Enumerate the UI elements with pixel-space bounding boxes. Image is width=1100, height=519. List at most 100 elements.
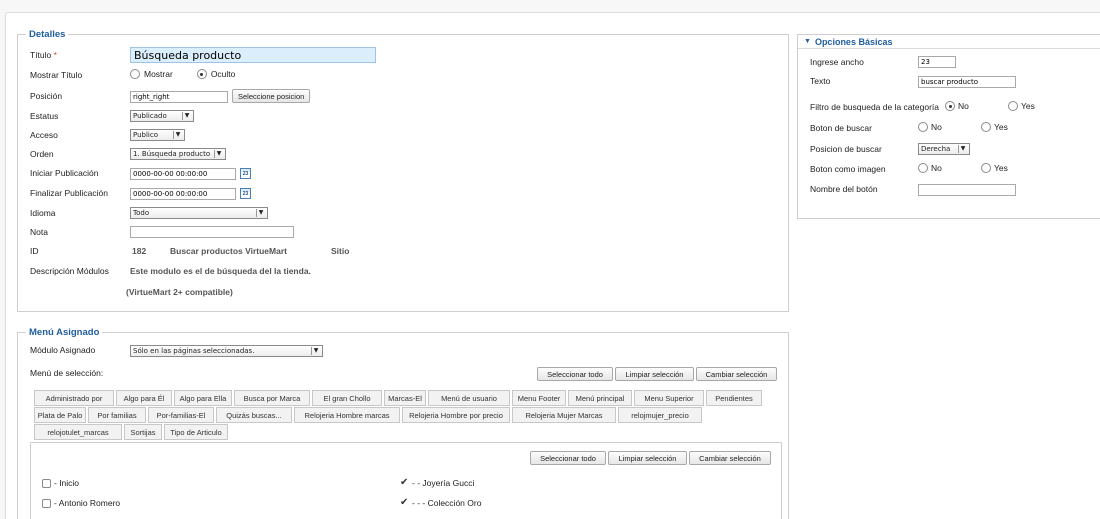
menu-tab[interactable]: Relojeria Hombre por precio — [402, 407, 510, 423]
estatus-value: Publicado — [133, 112, 167, 120]
boton-imagen-no: No — [918, 163, 942, 173]
boton-imagen-yes: Yes — [981, 163, 1008, 173]
menu-tab[interactable]: Busca por Marca — [234, 390, 310, 406]
ancho-input[interactable] — [918, 56, 956, 68]
oculto-radio[interactable] — [196, 69, 207, 79]
boton-buscar-no: No — [918, 122, 942, 132]
menu-asignado-fieldset: Menú Asignado Módulo Asignado Sólo en la… — [17, 327, 789, 519]
menu-tab[interactable]: Administrado por — [34, 390, 114, 406]
chevron-down-icon: ▼ — [311, 347, 320, 355]
menu-item-label: - - - Colección Oro — [412, 498, 482, 508]
orden-label: Orden — [30, 149, 54, 159]
seleccione-posicion-button[interactable]: Seleccione posicion — [232, 89, 311, 103]
menu-tab[interactable]: relojotulet_marcas — [34, 424, 122, 440]
boton-buscar-yes-radio[interactable] — [981, 122, 991, 132]
filtro-no: No — [945, 101, 969, 111]
boton-buscar-yes-label: Yes — [994, 122, 1008, 132]
menu-tab[interactable]: Quizás buscas... — [216, 407, 292, 423]
iniciar-publicacion-input[interactable] — [130, 168, 236, 180]
select-all-button[interactable]: Seleccionar todo — [537, 367, 613, 381]
nombre-boton-input[interactable] — [918, 184, 1016, 196]
posicion-buscar-select[interactable]: Derecha ▼ — [918, 143, 970, 155]
menu-tab[interactable]: Por-familias-El — [148, 407, 214, 423]
items-select-all-button[interactable]: Seleccionar todo — [530, 451, 606, 465]
menu-tab[interactable]: Plata de Palo — [34, 407, 86, 423]
titulo-input[interactable] — [130, 47, 376, 63]
chevron-down-icon: ▼ — [173, 131, 182, 139]
filtro-no-radio[interactable] — [945, 101, 955, 111]
items-clear-selection-button[interactable]: Limpiar selección — [608, 451, 687, 465]
collapse-triangle-icon: ▼ — [804, 38, 811, 45]
menu-tab[interactable]: Menu Superior — [634, 390, 704, 406]
filtro-yes-radio[interactable] — [1008, 101, 1018, 111]
menu-tab[interactable]: Sortijas — [124, 424, 162, 440]
menu-item-checkbox[interactable] — [400, 477, 409, 488]
boton-buscar-no-radio[interactable] — [918, 122, 928, 132]
menu-tab[interactable]: Marcas-El — [384, 390, 426, 406]
orden-select[interactable]: 1. Búsqueda producto ▼ — [130, 148, 226, 160]
acceso-label: Acceso — [30, 130, 58, 140]
modulo-asignado-select[interactable]: Sólo en las páginas seleccionadas. ▼ — [130, 345, 323, 357]
posicion-buscar-label: Posicion de buscar — [810, 144, 882, 154]
menu-item-row[interactable]: - Inicio — [42, 478, 79, 488]
boton-imagen-yes-label: Yes — [994, 163, 1008, 173]
menu-tab[interactable]: Menú principal — [568, 390, 632, 406]
finalizar-publicacion-input[interactable] — [130, 188, 236, 200]
idioma-select[interactable]: Todo ▼ — [130, 207, 268, 219]
menu-tab[interactable]: Tipo de Articulo — [164, 424, 228, 440]
boton-imagen-yes-radio[interactable] — [981, 163, 991, 173]
posicion-label: Posición — [30, 91, 63, 101]
menu-tab[interactable]: Relojeria Mujer Marcas — [512, 407, 616, 423]
menu-tab[interactable]: Algo para Él — [116, 390, 172, 406]
mostrar-radio[interactable] — [130, 69, 140, 79]
estatus-select[interactable]: Publicado ▼ — [130, 110, 194, 122]
id-label: ID — [30, 246, 39, 256]
detalles-legend: Detalles — [26, 29, 69, 40]
menu-tab[interactable]: Por familias — [88, 407, 146, 423]
calendar-icon[interactable]: 23 — [240, 168, 251, 179]
menu-tab[interactable]: El gran Chollo — [312, 390, 382, 406]
texto-input[interactable] — [918, 76, 1016, 88]
chevron-down-icon: ▼ — [958, 145, 967, 153]
menu-tab[interactable]: Relojeria Hombre marcas — [294, 407, 400, 423]
titulo-label: Título * — [30, 50, 57, 60]
modulo-asignado-value: Sólo en las páginas seleccionadas. — [133, 347, 255, 355]
posicion-input[interactable] — [130, 91, 228, 103]
modulo-asignado-label: Módulo Asignado — [30, 345, 96, 355]
menu-item-label: - Antonio Romero — [54, 498, 121, 508]
boton-imagen-no-label: No — [931, 163, 942, 173]
iniciar-publicacion-label: Iniciar Publicación — [30, 168, 99, 178]
menu-item-label: - Inicio — [54, 478, 80, 488]
invert-selection-button[interactable]: Cambiar selección — [696, 367, 777, 381]
boton-buscar-yes: Yes — [981, 122, 1008, 132]
menu-item-label: - - Joyería Gucci — [412, 478, 475, 488]
menu-item-row[interactable]: - - - Colección Oro — [400, 497, 482, 509]
menu-tab[interactable]: Algo para Ella — [174, 390, 232, 406]
boton-buscar-no-label: No — [931, 122, 942, 132]
finalizar-publicacion-label: Finalizar Publicación — [30, 188, 108, 198]
boton-imagen-no-radio[interactable] — [918, 163, 928, 173]
opciones-header[interactable]: ▼ Opciones Básicas — [798, 35, 1100, 49]
mostrar-titulo-group: Mostrar Oculto — [130, 69, 235, 79]
filtro-yes: Yes — [1008, 101, 1035, 111]
items-invert-selection-button[interactable]: Cambiar selección — [689, 451, 771, 465]
menu-tab[interactable]: Menu Footer — [512, 390, 566, 406]
oculto-label: Oculto — [210, 69, 236, 79]
id-value: 182 — [132, 246, 147, 256]
acceso-select[interactable]: Publico ▼ — [130, 129, 185, 141]
menu-tab[interactable]: Pendientes — [706, 390, 762, 406]
acceso-value: Publico — [133, 131, 158, 139]
clear-selection-button[interactable]: Limpiar selección — [615, 367, 694, 381]
menu-item-checkbox[interactable] — [42, 498, 51, 508]
calendar-icon[interactable]: 23 — [240, 188, 251, 199]
opciones-panel: ▼ Opciones Básicas Ingrese ancho Texto F… — [797, 34, 1100, 219]
menu-item-row[interactable]: - - Joyería Gucci — [400, 477, 475, 489]
compat-note: (VirtueMart 2+ compatible) — [126, 287, 233, 297]
menu-item-row[interactable]: - Antonio Romero — [42, 498, 120, 508]
menu-item-checkbox[interactable] — [42, 478, 51, 488]
mostrar-label: Mostrar — [144, 69, 173, 79]
menu-tab[interactable]: Menú de usuario — [428, 390, 510, 406]
menu-tab[interactable]: relojmujer_precio — [618, 407, 702, 423]
menu-item-checkbox[interactable] — [400, 497, 409, 508]
nota-input[interactable] — [130, 226, 294, 238]
